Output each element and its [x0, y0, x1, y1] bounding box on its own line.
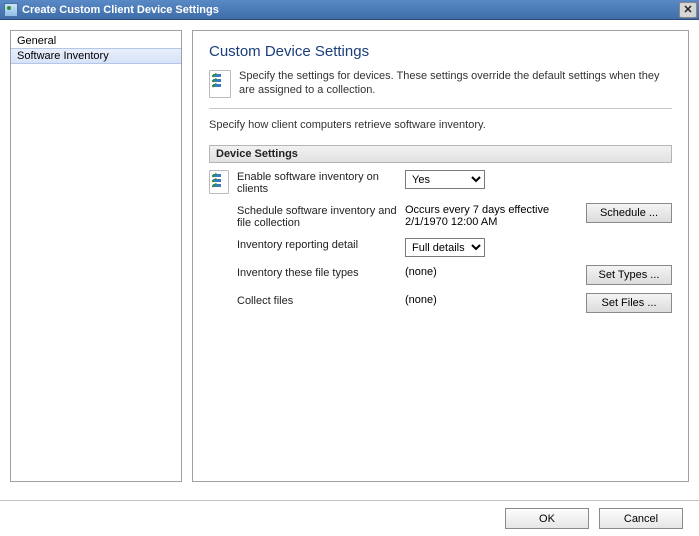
schedule-label: Schedule software inventory and file col… — [237, 203, 405, 229]
ok-button[interactable]: OK — [505, 508, 589, 529]
detail-label: Inventory reporting detail — [237, 237, 405, 251]
client-area: General Software Inventory Custom Device… — [0, 20, 699, 490]
titlebar: Create Custom Client Device Settings ✕ — [0, 0, 699, 20]
device-settings-header: Device Settings — [209, 145, 672, 163]
row-collect-files: Collect files (none) Set Files ... — [209, 293, 672, 313]
set-files-button[interactable]: Set Files ... — [586, 293, 672, 313]
row-file-types: Inventory these file types (none) Set Ty… — [209, 265, 672, 285]
collect-value: (none) — [405, 293, 570, 306]
close-button[interactable]: ✕ — [679, 2, 697, 18]
window-title: Create Custom Client Device Settings — [22, 4, 679, 16]
row-schedule: Schedule software inventory and file col… — [209, 203, 672, 229]
enable-select[interactable]: Yes — [405, 170, 485, 189]
enable-label: Enable software inventory on clients — [237, 169, 405, 195]
page-title: Custom Device Settings — [209, 43, 672, 60]
app-icon — [4, 3, 18, 17]
schedule-button[interactable]: Schedule ... — [586, 203, 672, 223]
checklist-icon: ✔✔✔ — [209, 70, 231, 98]
schedule-value: Occurs every 7 days effective 2/1/1970 1… — [405, 203, 570, 228]
subintro-text: Specify how client computers retrieve so… — [209, 119, 672, 131]
divider — [209, 108, 672, 109]
sidebar-item-general[interactable]: General — [11, 34, 181, 48]
row-reporting-detail: Inventory reporting detail Full details — [209, 237, 672, 257]
sidebar-item-software-inventory[interactable]: Software Inventory — [11, 48, 181, 64]
settings-panel: Custom Device Settings ✔✔✔ Specify the s… — [192, 30, 689, 482]
collect-label: Collect files — [237, 293, 405, 307]
checklist-icon: ✔✔✔ — [209, 170, 229, 194]
types-label: Inventory these file types — [237, 265, 405, 279]
types-value: (none) — [405, 265, 570, 278]
footer: OK Cancel — [0, 500, 699, 536]
row-enable-inventory: ✔✔✔ Enable software inventory on clients… — [209, 169, 672, 195]
cancel-button[interactable]: Cancel — [599, 508, 683, 529]
close-icon: ✕ — [683, 3, 692, 16]
sidebar: General Software Inventory — [10, 30, 182, 482]
intro-text: Specify the settings for devices. These … — [239, 70, 672, 98]
detail-select[interactable]: Full details — [405, 238, 485, 257]
set-types-button[interactable]: Set Types ... — [586, 265, 672, 285]
